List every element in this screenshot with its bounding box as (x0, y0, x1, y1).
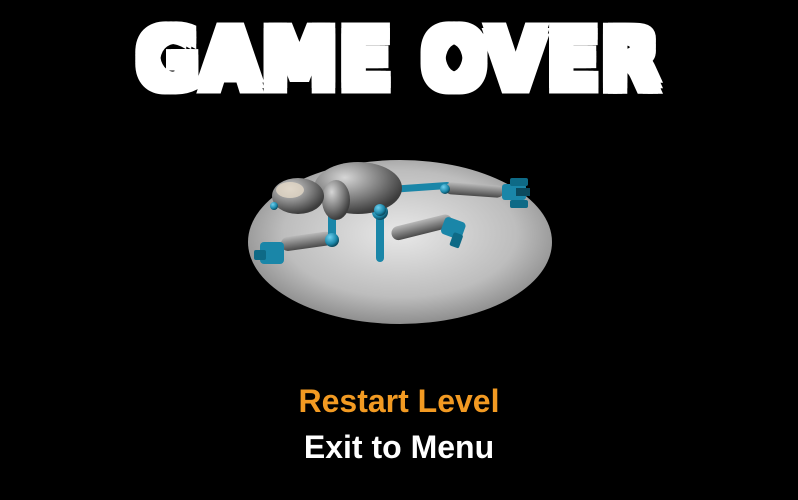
restart-level-button[interactable]: Restart Level (299, 378, 500, 424)
title-area: GAME OVER (0, 11, 798, 108)
game-over-title: GAME OVER (134, 11, 662, 108)
game-over-menu: Restart Level Exit to Menu (0, 378, 798, 470)
exit-to-menu-button[interactable]: Exit to Menu (304, 424, 494, 470)
game-over-screen: GAME OVER Restart Level Exit to Menu (0, 0, 798, 500)
robot-wreck-icon (240, 140, 570, 330)
